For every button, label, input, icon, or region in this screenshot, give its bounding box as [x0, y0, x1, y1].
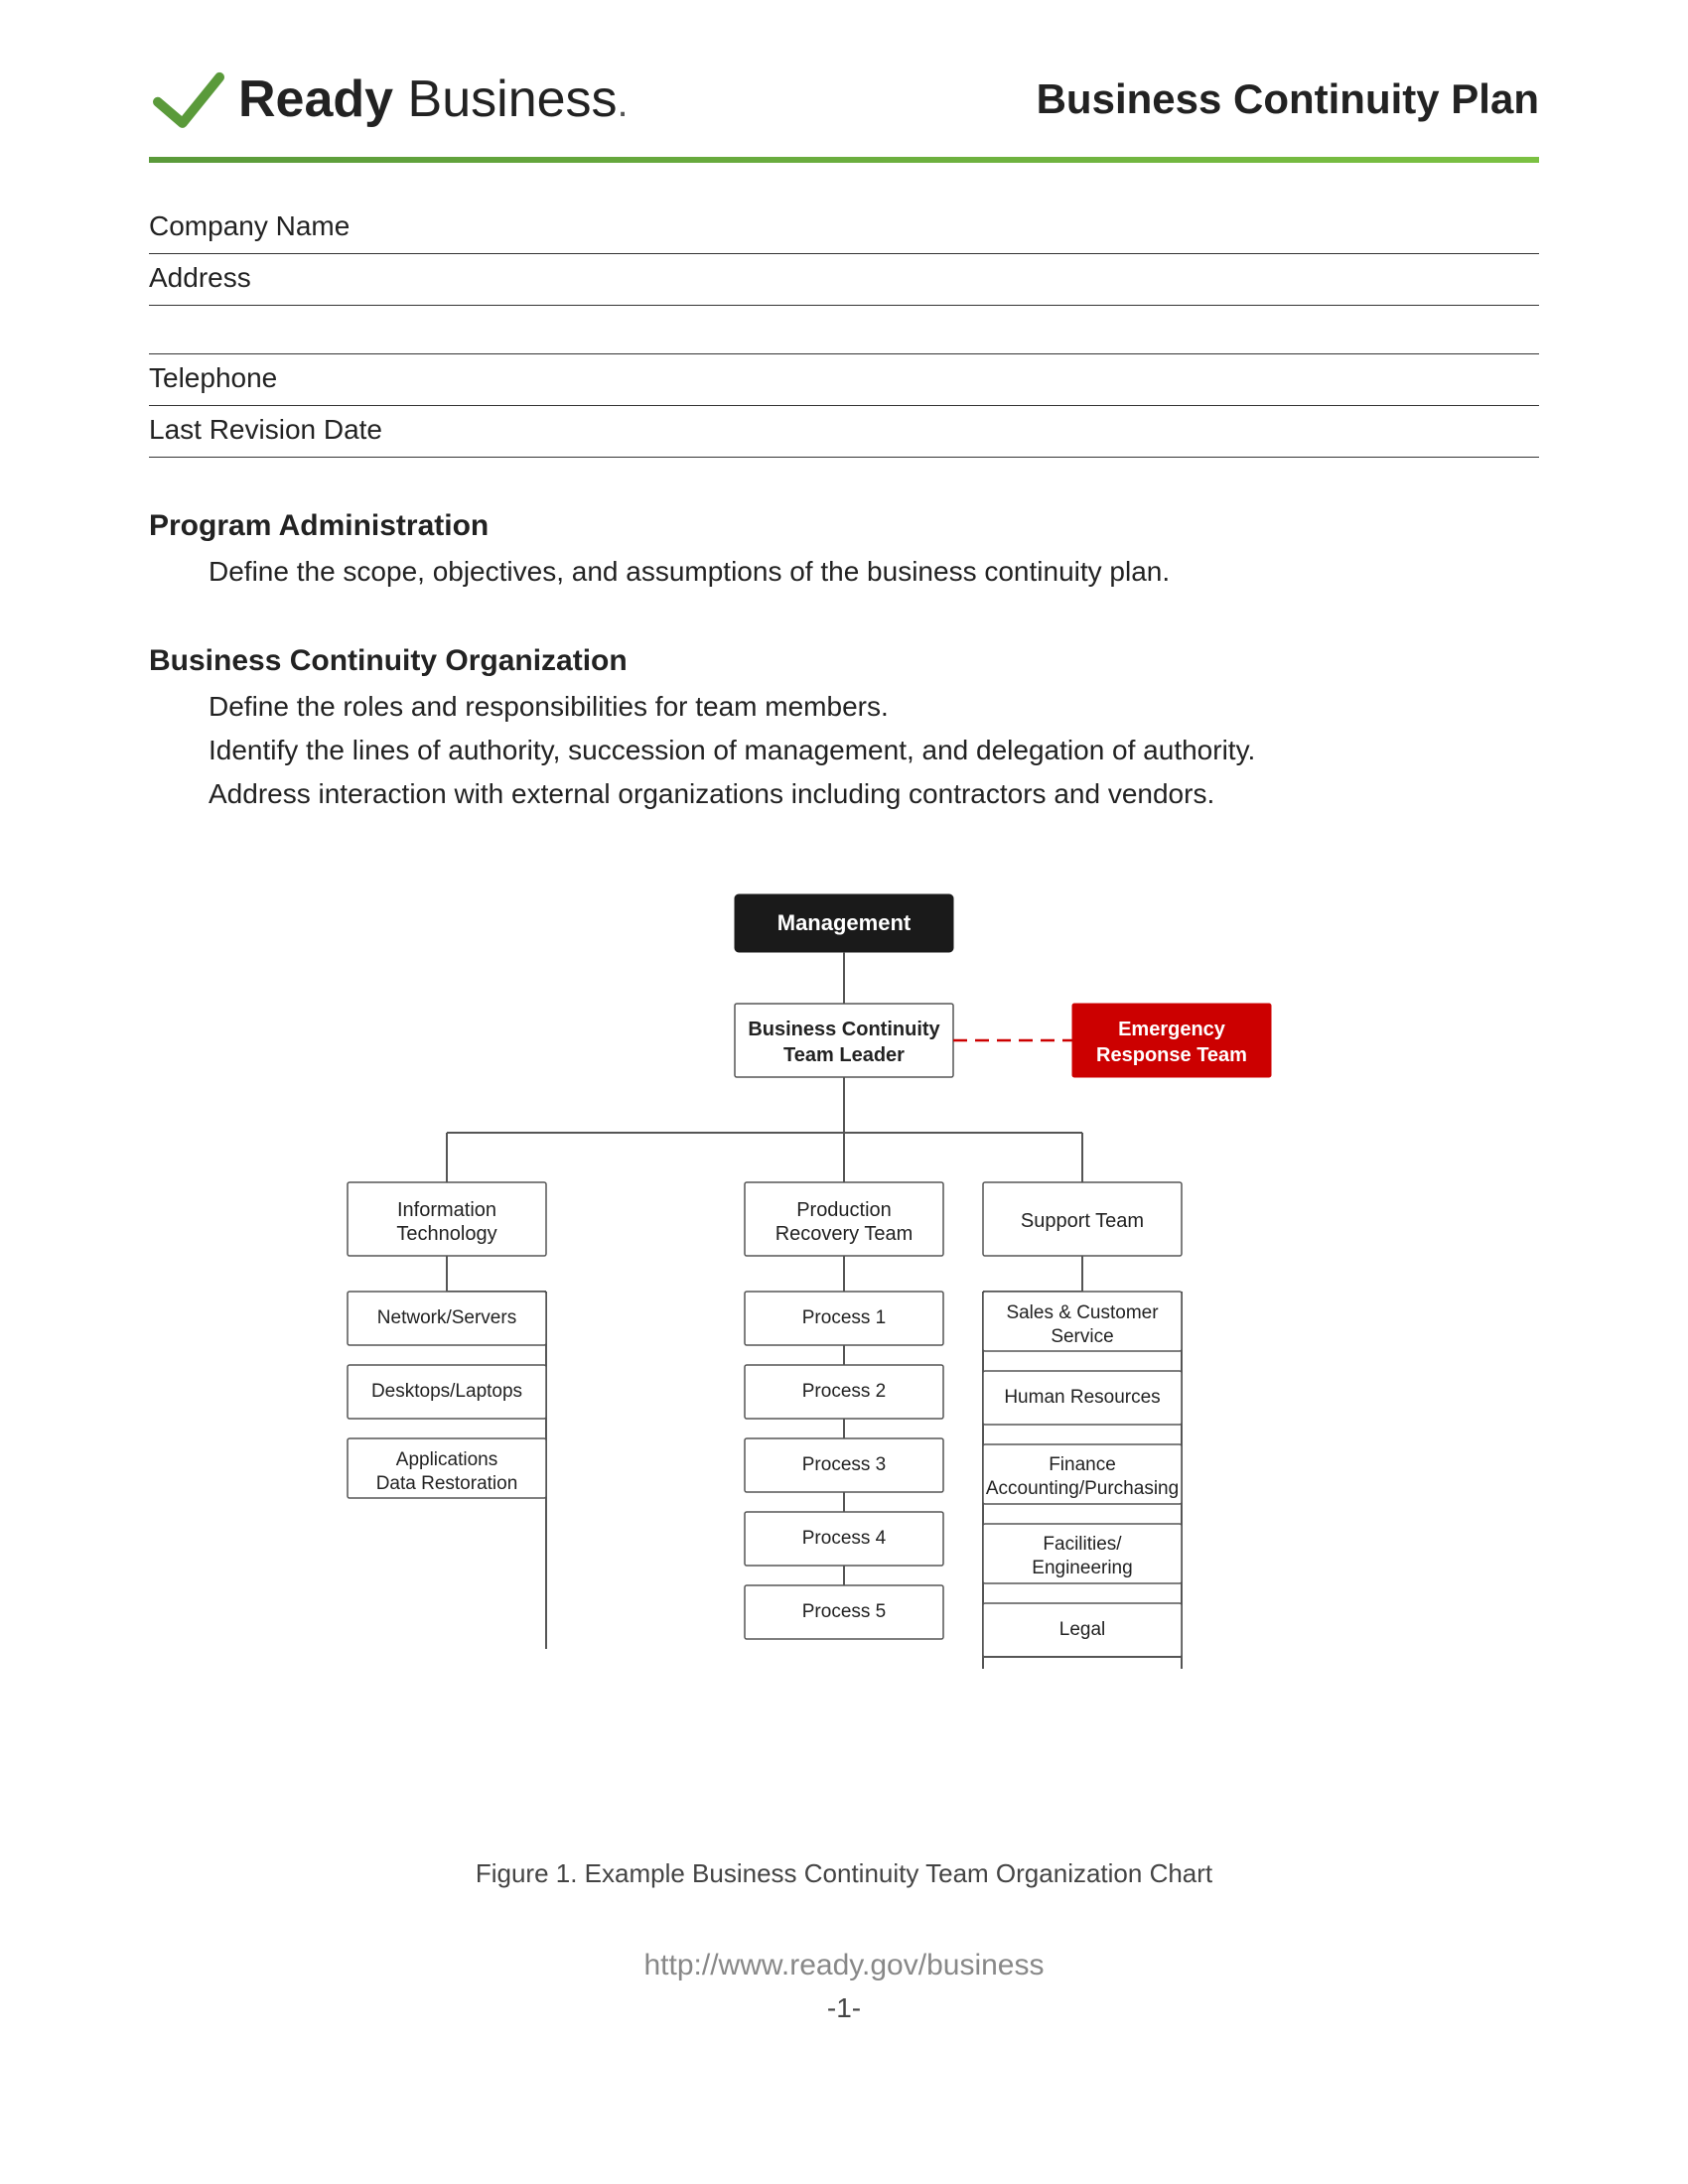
applications-node: Applications: [396, 1449, 497, 1470]
revision-label: Last Revision Date: [149, 406, 1539, 448]
bco-line-1: Define the roles and responsibilities fo…: [209, 686, 1539, 728]
bco-title: Business Continuity Organization: [149, 644, 1539, 678]
page-title: Business Continuity Plan: [1037, 75, 1539, 123]
process3-node: Process 3: [802, 1454, 886, 1475]
bco-line-2: Identify the lines of authority, success…: [209, 730, 1539, 771]
company-name-line: [149, 244, 1539, 254]
address-field: Address: [149, 254, 1539, 306]
footer-url: http://www.ready.gov/business: [149, 1949, 1539, 1982]
info-tech-node: Information: [397, 1199, 496, 1221]
desktops-node: Desktops/Laptops: [371, 1381, 522, 1402]
bctl-node: Business Continuity: [748, 1019, 940, 1040]
bctl-node-2: Team Leader: [783, 1044, 905, 1066]
header: Ready Business. Business Continuity Plan: [149, 60, 1539, 139]
emergency-node-2: Response Team: [1096, 1044, 1247, 1066]
telephone-line: [149, 396, 1539, 406]
company-name-field: Company Name: [149, 203, 1539, 254]
facilities-node-2: Engineering: [1032, 1558, 1132, 1578]
footer: http://www.ready.gov/business -1-: [149, 1949, 1539, 2024]
program-admin-text: Define the scope, objectives, and assump…: [209, 551, 1539, 593]
process2-node: Process 2: [802, 1381, 886, 1402]
program-admin-title: Program Administration: [149, 509, 1539, 543]
production-node-2: Recovery Team: [775, 1223, 914, 1245]
finance-node-2: Accounting/Purchasing: [986, 1478, 1179, 1499]
decorative-line: [149, 157, 1539, 163]
company-name-label: Company Name: [149, 203, 1539, 244]
sales-node-2: Service: [1051, 1326, 1113, 1347]
network-node: Network/Servers: [377, 1307, 516, 1328]
process4-node: Process 4: [802, 1528, 887, 1549]
facilities-node: Facilities/: [1043, 1534, 1122, 1555]
revision-line: [149, 448, 1539, 458]
footer-page: -1-: [149, 1992, 1539, 2024]
bco-body: Define the roles and responsibilities fo…: [149, 686, 1539, 815]
program-admin-section: Program Administration Define the scope,…: [149, 509, 1539, 593]
applications-node-2: Data Restoration: [376, 1473, 518, 1494]
revision-field: Last Revision Date: [149, 406, 1539, 458]
human-node: Human Resources: [1004, 1387, 1160, 1408]
management-node: Management: [777, 910, 912, 935]
program-admin-body: Define the scope, objectives, and assump…: [149, 551, 1539, 593]
support-node: Support Team: [1021, 1210, 1144, 1232]
bco-line-3: Address interaction with external organi…: [209, 773, 1539, 815]
org-chart-svg: Management Business Continuity Team Lead…: [248, 875, 1440, 1828]
process1-node: Process 1: [802, 1307, 886, 1328]
sales-node: Sales & Customer: [1006, 1302, 1159, 1323]
bco-section: Business Continuity Organization Define …: [149, 644, 1539, 815]
logo-icon: [149, 60, 228, 139]
telephone-field: Telephone: [149, 354, 1539, 406]
legal-node: Legal: [1059, 1619, 1106, 1640]
figure-caption: Figure 1. Example Business Continuity Te…: [248, 1858, 1440, 1889]
org-chart-container: Management Business Continuity Team Lead…: [248, 875, 1440, 1889]
telephone-label: Telephone: [149, 354, 1539, 396]
logo-area: Ready Business.: [149, 60, 629, 139]
emergency-node: Emergency: [1118, 1019, 1226, 1040]
logo-text: Ready Business.: [238, 69, 629, 129]
address-label: Address: [149, 254, 1539, 296]
finance-node: Finance: [1049, 1454, 1116, 1475]
address-line: [149, 296, 1539, 306]
info-tech-node-2: Technology: [396, 1223, 496, 1245]
process5-node: Process 5: [802, 1601, 886, 1622]
production-node: Production: [796, 1199, 892, 1221]
